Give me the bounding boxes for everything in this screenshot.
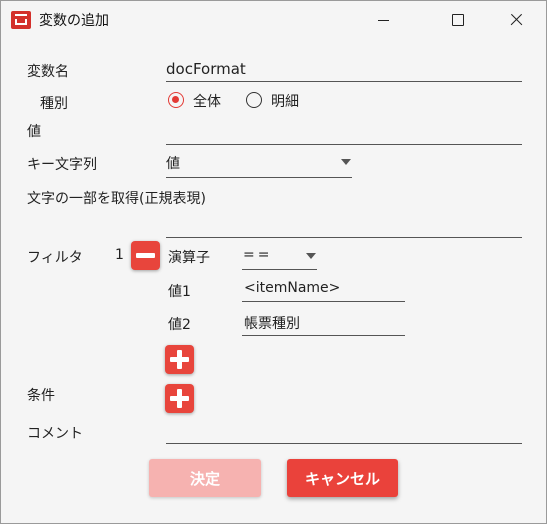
value2-input[interactable]: 帳票種別 — [244, 313, 300, 333]
value1-label: 値1 — [168, 284, 191, 300]
filter-index: 1 — [115, 247, 124, 263]
add-filter-button[interactable] — [165, 345, 194, 374]
maximize-icon[interactable] — [435, 1, 481, 39]
operator-label: 演算子 — [168, 250, 210, 266]
window-title: 変数の追加 — [39, 13, 109, 29]
value-underline — [166, 144, 522, 145]
key-string-select[interactable]: 値 — [166, 153, 180, 173]
key-string-label: キー文字列 — [27, 157, 97, 173]
var-name-input[interactable]: docFormat — [166, 60, 246, 78]
radio-all-label[interactable]: 全体 — [193, 91, 221, 111]
value2-underline — [242, 335, 405, 336]
minimize-icon[interactable] — [361, 1, 407, 39]
plus-icon — [177, 350, 182, 369]
var-name-underline — [166, 81, 522, 82]
title-bar: 変数の追加 — [1, 1, 546, 39]
minus-icon — [136, 253, 155, 258]
value1-underline — [242, 301, 405, 302]
add-variable-dialog: 変数の追加 変数名 docFormat 種別 全体 明細 値 キー文字列 値 文… — [0, 0, 547, 524]
type-label: 種別 — [40, 96, 68, 112]
radio-detail-label[interactable]: 明細 — [271, 91, 299, 111]
app-logo-icon — [11, 11, 31, 29]
close-icon[interactable] — [493, 1, 539, 39]
add-condition-button[interactable] — [165, 384, 194, 413]
comment-label: コメント — [27, 426, 83, 442]
key-string-chevron-down-icon[interactable] — [341, 159, 351, 165]
remove-filter-button[interactable] — [131, 241, 160, 270]
operator-underline — [242, 269, 317, 270]
value1-input[interactable]: <itemName> — [244, 280, 340, 296]
operator-select[interactable]: == — [243, 247, 272, 263]
value-label: 値 — [27, 124, 41, 140]
comment-underline — [166, 443, 522, 444]
operator-chevron-down-icon[interactable] — [306, 253, 316, 259]
key-string-underline — [166, 177, 352, 178]
ok-button[interactable]: 決定 — [149, 459, 261, 497]
plus-icon — [177, 389, 182, 408]
radio-detail[interactable] — [246, 92, 262, 108]
regex-underline — [166, 237, 522, 238]
cancel-button[interactable]: キャンセル — [287, 459, 398, 497]
regex-label: 文字の一部を取得(正規表現) — [27, 191, 206, 207]
condition-label: 条件 — [27, 388, 55, 404]
filter-label: フィルタ — [27, 250, 83, 266]
var-name-label: 変数名 — [27, 64, 69, 80]
value2-label: 値2 — [168, 317, 191, 333]
radio-all[interactable] — [168, 92, 184, 108]
